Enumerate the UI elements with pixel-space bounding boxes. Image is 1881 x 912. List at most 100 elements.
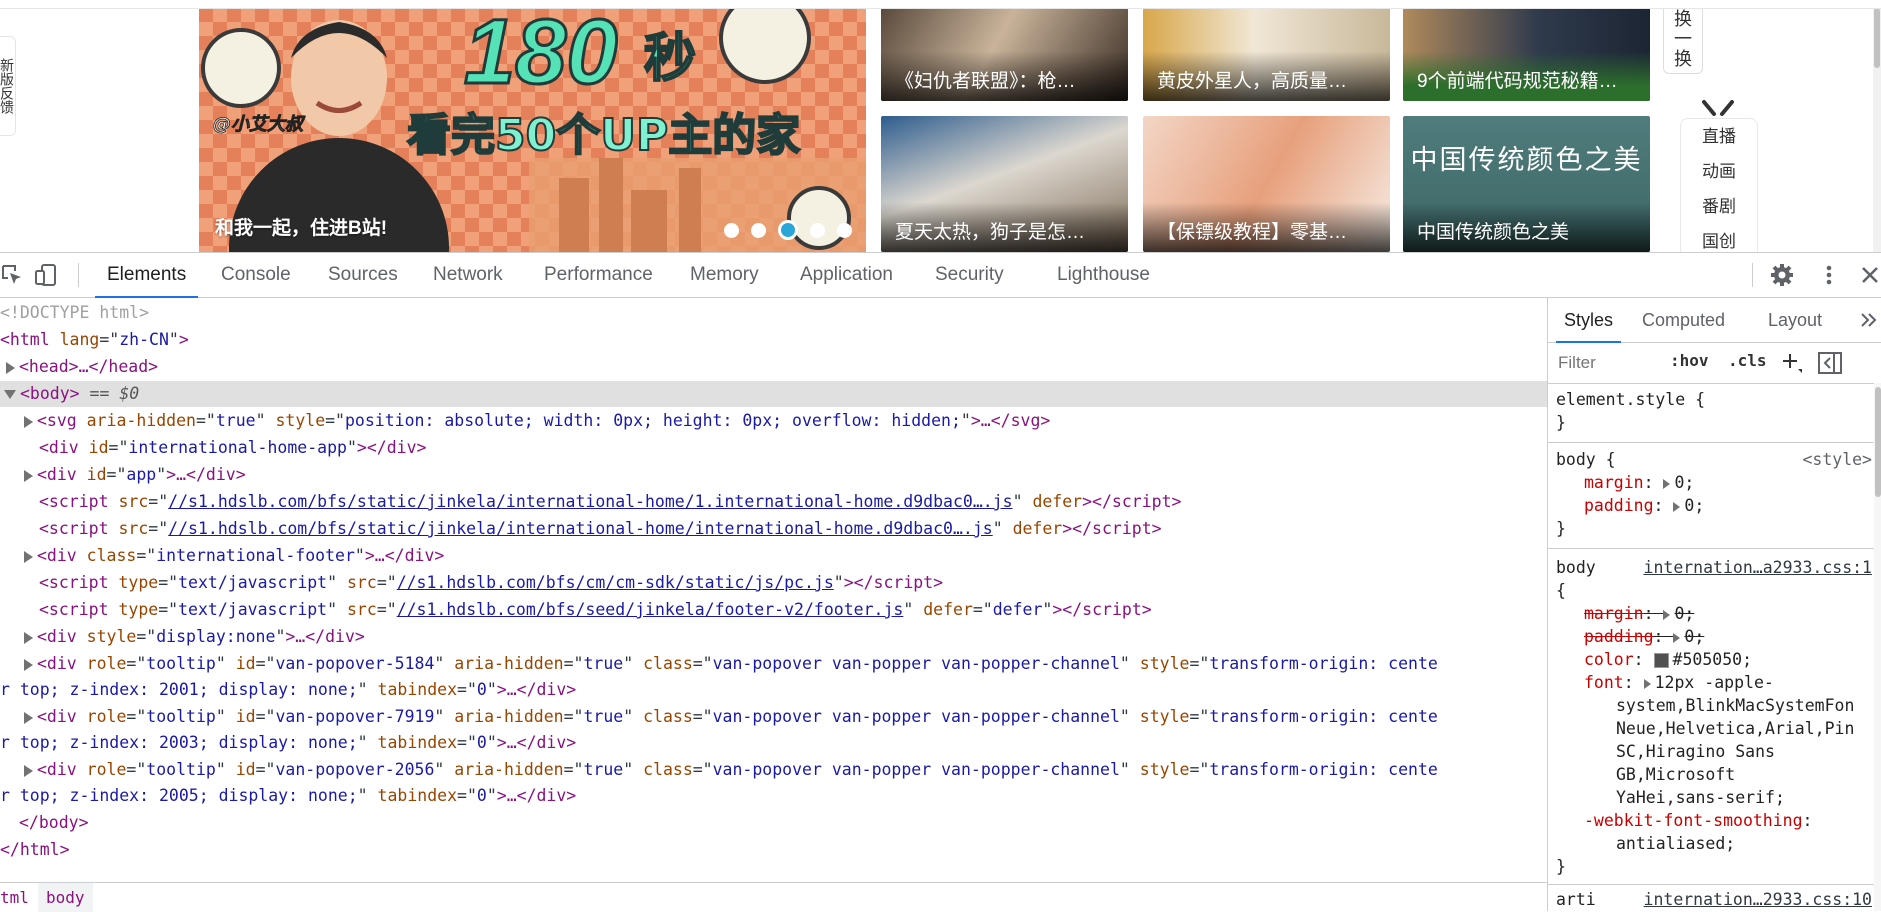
feedback-tab[interactable]: 新版反馈 xyxy=(0,36,16,136)
dom-node-popover[interactable]: <div role="tooltip" id="van-popover-2056… xyxy=(24,757,1438,783)
css-property[interactable]: -webkit-font-smoothing xyxy=(1584,811,1803,830)
expand-arrow-icon[interactable] xyxy=(24,658,33,671)
dom-node-script-3[interactable]: <script type="text/javascript" src="//s1… xyxy=(39,570,943,596)
channel-live[interactable]: 直播 xyxy=(1681,119,1757,154)
dom-node-head[interactable]: <head>…</head> xyxy=(6,354,158,380)
css-value[interactable]: antialiased; xyxy=(1616,834,1735,853)
close-icon[interactable] xyxy=(1858,263,1881,287)
css-property-overridden[interactable]: margin xyxy=(1584,604,1644,623)
tab-performance[interactable]: Performance xyxy=(532,253,665,297)
css-value[interactable]: #505050; xyxy=(1673,650,1752,669)
expand-arrow-icon[interactable] xyxy=(1673,501,1681,512)
tab-computed[interactable]: Computed xyxy=(1642,298,1725,342)
channel-anime[interactable]: 动画 xyxy=(1681,154,1757,189)
tab-memory[interactable]: Memory xyxy=(678,253,771,297)
toggle-sidebar-icon[interactable] xyxy=(1818,352,1842,374)
css-value[interactable]: 12px -apple- xyxy=(1655,673,1774,692)
banner-dot[interactable] xyxy=(724,222,739,238)
new-style-rule-icon[interactable] xyxy=(1781,352,1803,374)
dom-node-html[interactable]: <html lang="zh-CN"> xyxy=(0,327,189,353)
dom-node-popover[interactable]: <div role="tooltip" id="van-popover-5184… xyxy=(24,651,1438,677)
expand-arrow-icon[interactable] xyxy=(6,361,15,374)
video-card[interactable]: 【保镖级教程】零基… xyxy=(1143,116,1390,252)
styles-scrollbar[interactable] xyxy=(1874,383,1881,911)
channel-bangumi[interactable]: 番剧 xyxy=(1681,189,1757,224)
breadcrumb-body[interactable]: body xyxy=(38,883,93,912)
script-src-link[interactable]: //s1.hdslb.com/bfs/static/jinkela/intern… xyxy=(168,492,1012,511)
inspect-element-icon[interactable] xyxy=(0,263,24,287)
css-property[interactable]: padding xyxy=(1584,496,1654,515)
css-property[interactable]: margin xyxy=(1584,473,1644,492)
video-card[interactable]: 9个前端代码规范秘籍… xyxy=(1403,8,1650,101)
script-src-link[interactable]: //s1.hdslb.com/bfs/seed/jinkela/footer-v… xyxy=(397,600,904,619)
rule-next[interactable]: arti internation…2933.css:10 xyxy=(1556,888,1872,911)
tab-styles[interactable]: Styles xyxy=(1555,298,1622,343)
css-property-overridden[interactable]: padding xyxy=(1584,627,1654,646)
dom-node-body-selected[interactable]: <body> == $0 xyxy=(0,381,1547,407)
tab-application[interactable]: Application xyxy=(788,253,905,297)
tab-security[interactable]: Security xyxy=(923,253,1016,297)
hero-banner[interactable]: 180 秒 看完50个UP主的家 @小艾大叔 和我一起，住进B站! xyxy=(199,8,866,252)
expand-arrow-icon[interactable] xyxy=(24,631,33,644)
dom-node-script-4[interactable]: <script type="text/javascript" src="//s1… xyxy=(39,597,1152,623)
script-src-link[interactable]: //s1.hdslb.com/bfs/cm/cm-sdk/static/js/p… xyxy=(397,573,834,592)
rule-body-stylesheet[interactable]: body internation…a2933.css:1 { margin: 0;… xyxy=(1556,556,1872,878)
expand-arrow-icon[interactable] xyxy=(24,415,33,428)
expand-arrow-icon[interactable] xyxy=(24,764,33,777)
tab-network[interactable]: Network xyxy=(421,253,515,297)
dom-node-script-2[interactable]: <script src="//s1.hdslb.com/bfs/static/j… xyxy=(39,516,1162,542)
tab-console[interactable]: Console xyxy=(209,253,303,297)
video-card[interactable]: 《妇仇者联盟》：枪… xyxy=(881,8,1128,101)
css-value[interactable]: 0; xyxy=(1674,473,1694,492)
tab-layout[interactable]: Layout xyxy=(1768,298,1822,342)
tab-lighthouse[interactable]: Lighthouse xyxy=(1045,253,1162,297)
rule-source-link[interactable]: internation…a2933.css:1 xyxy=(1644,556,1872,579)
dom-node-body-close[interactable]: </body> xyxy=(19,810,89,836)
css-property[interactable]: color xyxy=(1584,650,1634,669)
page-scrollbar-thumb[interactable] xyxy=(1874,8,1880,68)
dom-node-script-1[interactable]: <script src="//s1.hdslb.com/bfs/static/j… xyxy=(39,489,1181,515)
banner-dot[interactable] xyxy=(837,222,852,238)
dom-node-html-close[interactable]: </html> xyxy=(0,837,70,863)
expand-arrow-icon[interactable] xyxy=(24,469,33,482)
more-tabs-chevron-icon[interactable] xyxy=(1860,312,1878,328)
banner-dot[interactable] xyxy=(810,222,825,238)
channel-guochuang[interactable]: 国创 xyxy=(1681,224,1757,252)
device-toolbar-icon[interactable] xyxy=(34,263,58,287)
dom-node-div-app[interactable]: <div id="app">…</div> xyxy=(24,462,246,488)
css-property[interactable]: font xyxy=(1584,673,1624,692)
rule-body-inline[interactable]: body {<style> margin: 0; padding: 0; } xyxy=(1556,448,1872,540)
dom-node-div-hidden[interactable]: <div style="display:none">…</div> xyxy=(24,624,365,650)
styles-filter-input[interactable] xyxy=(1558,351,1658,375)
page-scrollbar[interactable] xyxy=(1873,0,1881,252)
breadcrumb-html[interactable]: tml xyxy=(0,883,37,912)
expand-arrow-icon[interactable] xyxy=(1673,632,1681,643)
banner-dot[interactable] xyxy=(751,222,766,238)
tab-sources[interactable]: Sources xyxy=(316,253,410,297)
dom-node-doctype[interactable]: <!DOCTYPE html> xyxy=(0,300,149,326)
dom-node-svg[interactable]: <svg aria-hidden="true" style="position:… xyxy=(24,408,1050,434)
toggle-classes-button[interactable]: .cls xyxy=(1728,351,1767,370)
dom-node-div-footer[interactable]: <div class="international-footer">…</div… xyxy=(24,543,444,569)
gear-icon[interactable] xyxy=(1770,263,1794,287)
refresh-recommendations-button[interactable]: 换 一 换 xyxy=(1663,4,1703,74)
expand-arrow-icon[interactable] xyxy=(24,711,33,724)
tab-elements[interactable]: Elements xyxy=(95,253,199,298)
expand-arrow-icon[interactable] xyxy=(1663,478,1671,489)
rule-element-style[interactable]: element.style { } xyxy=(1556,388,1872,434)
css-value[interactable]: 0; xyxy=(1674,604,1694,623)
css-value[interactable]: 0; xyxy=(1684,496,1704,515)
css-value[interactable]: 0; xyxy=(1684,627,1704,646)
expand-arrow-icon[interactable] xyxy=(24,550,33,563)
rule-source-link[interactable]: internation…2933.css:10 xyxy=(1644,888,1872,911)
video-card[interactable]: 中国传统颜色之美 中国传统颜色之美 xyxy=(1403,116,1650,252)
expand-arrow-icon[interactable] xyxy=(1643,678,1651,689)
toggle-hover-state-button[interactable]: :hov xyxy=(1670,351,1709,370)
script-src-link[interactable]: //s1.hdslb.com/bfs/static/jinkela/intern… xyxy=(168,519,993,538)
expand-arrow-icon[interactable] xyxy=(1663,609,1671,620)
video-card[interactable]: 黄皮外星人，高质量… xyxy=(1143,8,1390,101)
color-swatch[interactable] xyxy=(1653,653,1669,668)
video-card[interactable]: 夏天太热，狗子是怎… xyxy=(881,116,1128,252)
banner-dot-active[interactable] xyxy=(778,220,798,240)
collapse-arrow-icon[interactable] xyxy=(4,390,16,399)
